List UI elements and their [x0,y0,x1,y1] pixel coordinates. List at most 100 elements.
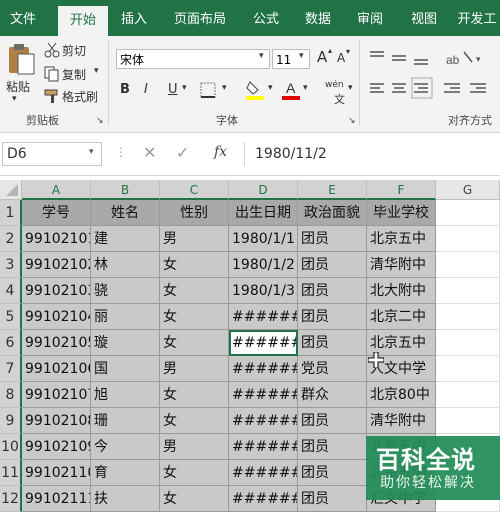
table-cell[interactable]: ######## [229,486,298,512]
tab-developer[interactable]: 开发工 [454,0,500,36]
column-header-d[interactable]: D [229,180,298,200]
table-cell[interactable]: ######## [229,382,298,408]
column-header-f[interactable]: F [367,180,436,200]
table-cell[interactable]: 璇 [91,330,160,356]
tab-file[interactable]: 文件 [0,0,46,36]
phonetic-guide-button[interactable]: wén [325,80,344,90]
table-header-cell[interactable]: 学号 [22,200,91,226]
table-cell[interactable]: 99102101 [22,226,91,252]
table-cell[interactable]: ######## [229,408,298,434]
name-box[interactable]: D6 [2,142,102,166]
table-cell[interactable]: 珊 [91,408,160,434]
table-cell[interactable]: 女 [160,408,229,434]
fill-color-dropdown-icon[interactable]: ▾ [268,83,273,93]
table-cell[interactable]: 99102106 [22,356,91,382]
table-header-cell[interactable]: 性别 [160,200,229,226]
table-cell[interactable]: 清华附中 [367,408,436,434]
tab-data[interactable]: 数据 [296,0,340,36]
table-cell[interactable]: 女 [160,382,229,408]
row-header-10[interactable]: 10 [0,434,22,460]
table-cell[interactable]: 团员 [298,304,367,330]
scissors-icon[interactable] [44,42,60,58]
italic-button[interactable]: I [144,82,148,97]
table-cell[interactable]: 北京五中 [367,226,436,252]
empty-cell[interactable] [436,226,500,252]
table-cell[interactable]: 团员 [298,460,367,486]
format-painter-button[interactable]: 格式刷 [62,88,98,105]
font-name-dropdown-icon[interactable]: ▾ [259,51,264,61]
table-cell[interactable]: 育 [91,460,160,486]
tab-page-layout[interactable]: 页面布局 [166,0,234,36]
table-cell[interactable]: 女 [160,304,229,330]
table-cell[interactable]: 建 [91,226,160,252]
column-header-b[interactable]: B [91,180,160,200]
table-cell[interactable]: ######## [229,434,298,460]
row-header-7[interactable]: 7 [0,356,22,382]
paste-dropdown-icon[interactable]: ▾ [12,94,17,104]
table-cell[interactable]: 1980/1/1 [229,226,298,252]
table-cell[interactable]: 党员 [298,356,367,382]
table-cell[interactable]: 北京二中 [367,304,436,330]
empty-cell[interactable] [436,356,500,382]
copy-dropdown-icon[interactable]: ▾ [94,66,99,76]
copy-button[interactable]: 复制 [62,66,86,83]
table-cell[interactable]: 99102111 [22,486,91,512]
font-color-dropdown-icon[interactable]: ▾ [303,83,308,93]
grow-font-button[interactable]: A [317,48,327,66]
tab-formulas[interactable]: 公式 [244,0,288,36]
row-header-2[interactable]: 2 [0,226,22,252]
table-cell[interactable]: 清华附中 [367,252,436,278]
table-cell[interactable]: 旭 [91,382,160,408]
row-header-3[interactable]: 3 [0,252,22,278]
table-cell[interactable]: ######## [229,304,298,330]
table-cell[interactable]: 今 [91,434,160,460]
font-color-icon[interactable]: A [282,80,300,100]
column-header-a[interactable]: A [22,180,91,200]
table-cell[interactable]: 丽 [91,304,160,330]
row-header-11[interactable]: 11 [0,460,22,486]
row-header-1[interactable]: 1 [0,200,22,226]
table-cell[interactable]: 99102107 [22,382,91,408]
tab-insert[interactable]: 插入 [112,0,156,36]
bold-button[interactable]: B [120,82,130,97]
paste-button[interactable]: 粘贴 [6,78,30,95]
fill-color-icon[interactable] [246,80,264,100]
row-header-12[interactable]: 12 [0,486,22,512]
table-cell[interactable]: 99102105 [22,330,91,356]
tab-view[interactable]: 视图 [402,0,446,36]
row-header-8[interactable]: 8 [0,382,22,408]
table-cell[interactable]: 99102103 [22,278,91,304]
clipboard-dialog-launcher-icon[interactable]: ↘ [96,116,104,126]
table-cell[interactable]: 骁 [91,278,160,304]
phonetic-dropdown-icon[interactable]: ▾ [348,83,353,93]
cancel-entry-icon[interactable]: ✕ [143,143,156,162]
name-box-dropdown-icon[interactable]: ▾ [89,147,94,157]
table-header-cell[interactable]: 出生日期 [229,200,298,226]
table-cell[interactable]: 99102108 [22,408,91,434]
table-cell[interactable]: 北大附中 [367,278,436,304]
empty-cell[interactable] [436,252,500,278]
underline-button[interactable]: U [168,82,178,97]
select-all-corner[interactable] [0,180,22,200]
active-cell[interactable]: ######## [229,330,298,356]
table-cell[interactable]: 团员 [298,330,367,356]
tab-home[interactable]: 开始 [58,6,108,36]
tab-review[interactable]: 审阅 [348,0,392,36]
paste-icon[interactable] [6,42,36,76]
empty-cell[interactable] [436,200,500,226]
table-cell[interactable]: 团员 [298,434,367,460]
table-cell[interactable]: 女 [160,278,229,304]
table-cell[interactable]: 男 [160,434,229,460]
table-cell[interactable]: 团员 [298,486,367,512]
empty-cell[interactable] [436,408,500,434]
table-cell[interactable]: 女 [160,460,229,486]
table-cell[interactable]: 99102102 [22,252,91,278]
table-cell[interactable]: 团员 [298,278,367,304]
table-cell[interactable]: 女 [160,252,229,278]
borders-icon[interactable] [200,82,216,98]
table-cell[interactable]: 林 [91,252,160,278]
table-header-cell[interactable]: 姓名 [91,200,160,226]
table-cell[interactable]: 1980/1/2 [229,252,298,278]
table-cell[interactable]: 1980/1/3 [229,278,298,304]
table-cell[interactable]: 女 [160,330,229,356]
